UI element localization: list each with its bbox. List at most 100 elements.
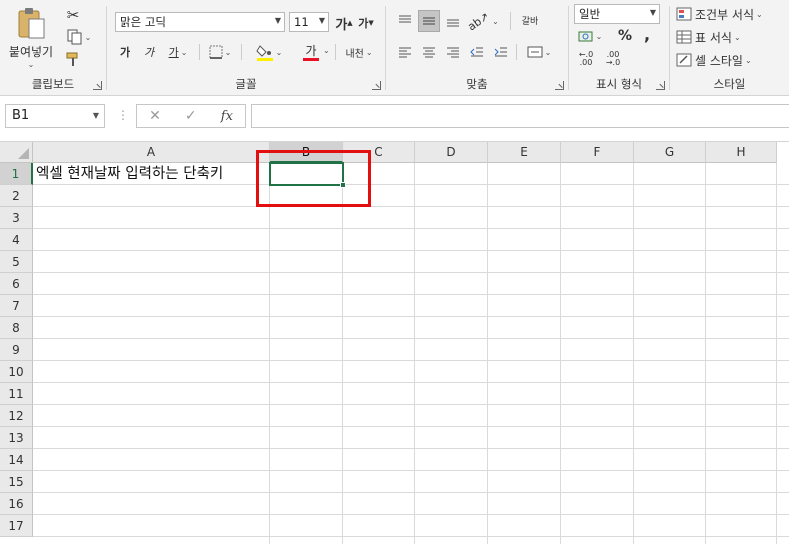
paste-dropdown-icon[interactable]: ⌄ — [28, 60, 35, 69]
divider — [241, 44, 242, 60]
align-bottom-button[interactable] — [442, 10, 464, 32]
align-middle-icon — [423, 17, 435, 25]
increase-decimal-button[interactable]: ←.0 .00 — [574, 50, 598, 68]
grid-row-line — [33, 206, 789, 207]
cancel-icon[interactable]: ✕ — [149, 108, 161, 124]
worksheet-grid[interactable]: A B C D E F G H 1 2 3 4 5 6 7 8 9 10 11 12 13 14 15 16 17 엑셀 현재날짜… — [0, 142, 789, 544]
align-middle-button[interactable] — [418, 10, 440, 32]
column-header-g[interactable]: G — [634, 142, 706, 163]
paste-label: 붙여넣기 — [8, 44, 54, 59]
grid-row-line — [33, 294, 789, 295]
more-options-icon[interactable]: ⋮ — [117, 108, 130, 122]
percent-button[interactable]: % — [615, 26, 635, 46]
alignment-launcher-icon[interactable] — [555, 81, 564, 90]
underline-button[interactable]: 가 ⌄ — [163, 42, 193, 62]
grid-column-line — [414, 163, 415, 544]
font-launcher-icon[interactable] — [372, 81, 381, 90]
fill-bucket-icon — [256, 45, 273, 61]
bold-label: 가 — [119, 46, 131, 59]
conditional-formatting-label: 조건부 서식 — [695, 7, 755, 22]
format-painter-button[interactable] — [62, 49, 84, 69]
row-header-5[interactable]: 5 — [0, 251, 33, 273]
merge-center-button[interactable]: ⌄ — [522, 42, 556, 62]
currency-icon — [578, 31, 593, 42]
orientation-button[interactable]: ab↗ ⌄ — [466, 9, 499, 33]
align-top-button[interactable] — [394, 10, 416, 32]
accounting-format-button[interactable]: ⌄ — [574, 26, 606, 46]
number-launcher-icon[interactable] — [656, 81, 665, 90]
increase-decimal-label: ←.0 .00 — [578, 50, 594, 67]
cell-styles-button[interactable]: 셀 스타일 ⌄ — [676, 50, 776, 70]
number-format-value: 일반 — [579, 7, 601, 21]
format-painter-icon — [66, 52, 78, 66]
chevron-down-icon: ⌄ — [492, 16, 499, 26]
phonetic-button[interactable]: 내천 ⌄ — [341, 42, 377, 62]
chevron-down-icon: ⌄ — [275, 47, 283, 57]
fill-color-button[interactable]: ⌄ — [253, 40, 285, 64]
insert-function-icon[interactable]: fx — [221, 109, 233, 124]
row-header-16[interactable]: 16 — [0, 493, 33, 515]
row-header-13[interactable]: 13 — [0, 427, 33, 449]
decrease-decimal-button[interactable]: .00 →.0 — [601, 50, 625, 68]
column-header-a[interactable]: A — [33, 142, 270, 163]
wrap-text-button[interactable]: 갈바 — [518, 10, 542, 34]
italic-button[interactable]: 가 — [139, 42, 159, 62]
align-center-button[interactable] — [418, 42, 440, 62]
grid-row-line — [33, 448, 789, 449]
row-header-15[interactable]: 15 — [0, 471, 33, 493]
row-header-17[interactable]: 17 — [0, 515, 33, 537]
bold-button[interactable]: 가 — [115, 42, 135, 62]
column-header-f[interactable]: F — [561, 142, 634, 163]
row-header-14[interactable]: 14 — [0, 449, 33, 471]
decrease-indent-icon — [470, 47, 483, 57]
borders-button[interactable]: ⌄ — [205, 42, 235, 62]
cut-icon[interactable]: ✂ — [62, 4, 84, 26]
increase-indent-button[interactable] — [490, 42, 512, 62]
divider — [335, 44, 336, 60]
shrink-font-button[interactable]: 가 ▼ — [357, 13, 375, 33]
conditional-formatting-button[interactable]: 조건부 서식 ⌄ — [676, 4, 786, 24]
row-header-9[interactable]: 9 — [0, 339, 33, 361]
align-bottom-icon — [447, 19, 459, 27]
font-name-select[interactable]: 맑은 고딕 ▼ — [115, 12, 285, 32]
number-format-select[interactable]: 일반 ▼ — [574, 4, 660, 24]
chevron-down-icon[interactable]: ▼ — [93, 111, 99, 120]
row-header-3[interactable]: 3 — [0, 207, 33, 229]
row-header-12[interactable]: 12 — [0, 405, 33, 427]
chevron-down-icon: ⌄ — [365, 47, 373, 57]
conditional-formatting-icon — [676, 7, 692, 21]
align-right-icon — [447, 47, 459, 58]
grow-font-button[interactable]: 가 ▲ — [335, 13, 353, 33]
font-size-select[interactable]: 11 ▼ — [289, 12, 329, 32]
borders-icon — [209, 45, 223, 59]
divider — [510, 12, 511, 30]
grid-row-line — [33, 316, 789, 317]
paste-button[interactable]: 붙여넣기 ⌄ — [6, 4, 56, 70]
row-header-6[interactable]: 6 — [0, 273, 33, 295]
cell-a1[interactable]: 엑셀 현재날짜 입력하는 단축키 — [36, 163, 223, 185]
format-as-table-button[interactable]: 표 서식 ⌄ — [676, 27, 766, 47]
column-header-e[interactable]: E — [488, 142, 561, 163]
select-all-button[interactable] — [0, 142, 33, 163]
chevron-down-icon[interactable]: ⌄ — [323, 46, 330, 55]
row-header-2[interactable]: 2 — [0, 185, 33, 207]
row-header-10[interactable]: 10 — [0, 361, 33, 383]
row-header-4[interactable]: 4 — [0, 229, 33, 251]
formula-input[interactable] — [251, 104, 789, 128]
clipboard-launcher-icon[interactable] — [93, 81, 102, 90]
phonetic-label: 내천 — [345, 48, 364, 60]
row-header-11[interactable]: 11 — [0, 383, 33, 405]
row-header-7[interactable]: 7 — [0, 295, 33, 317]
row-header-8[interactable]: 8 — [0, 317, 33, 339]
column-header-d[interactable]: D — [415, 142, 488, 163]
row-header-1[interactable]: 1 — [0, 163, 33, 185]
align-right-button[interactable] — [442, 42, 464, 62]
align-left-button[interactable] — [394, 42, 416, 62]
decrease-indent-button[interactable] — [466, 42, 488, 62]
copy-button[interactable]: ⌄ — [62, 27, 96, 47]
enter-icon[interactable]: ✓ — [185, 108, 197, 124]
comma-button[interactable]: , — [639, 24, 655, 44]
font-size-value: 11 — [294, 15, 309, 29]
name-box[interactable]: B1 ▼ — [5, 104, 105, 128]
column-header-h[interactable]: H — [706, 142, 777, 163]
